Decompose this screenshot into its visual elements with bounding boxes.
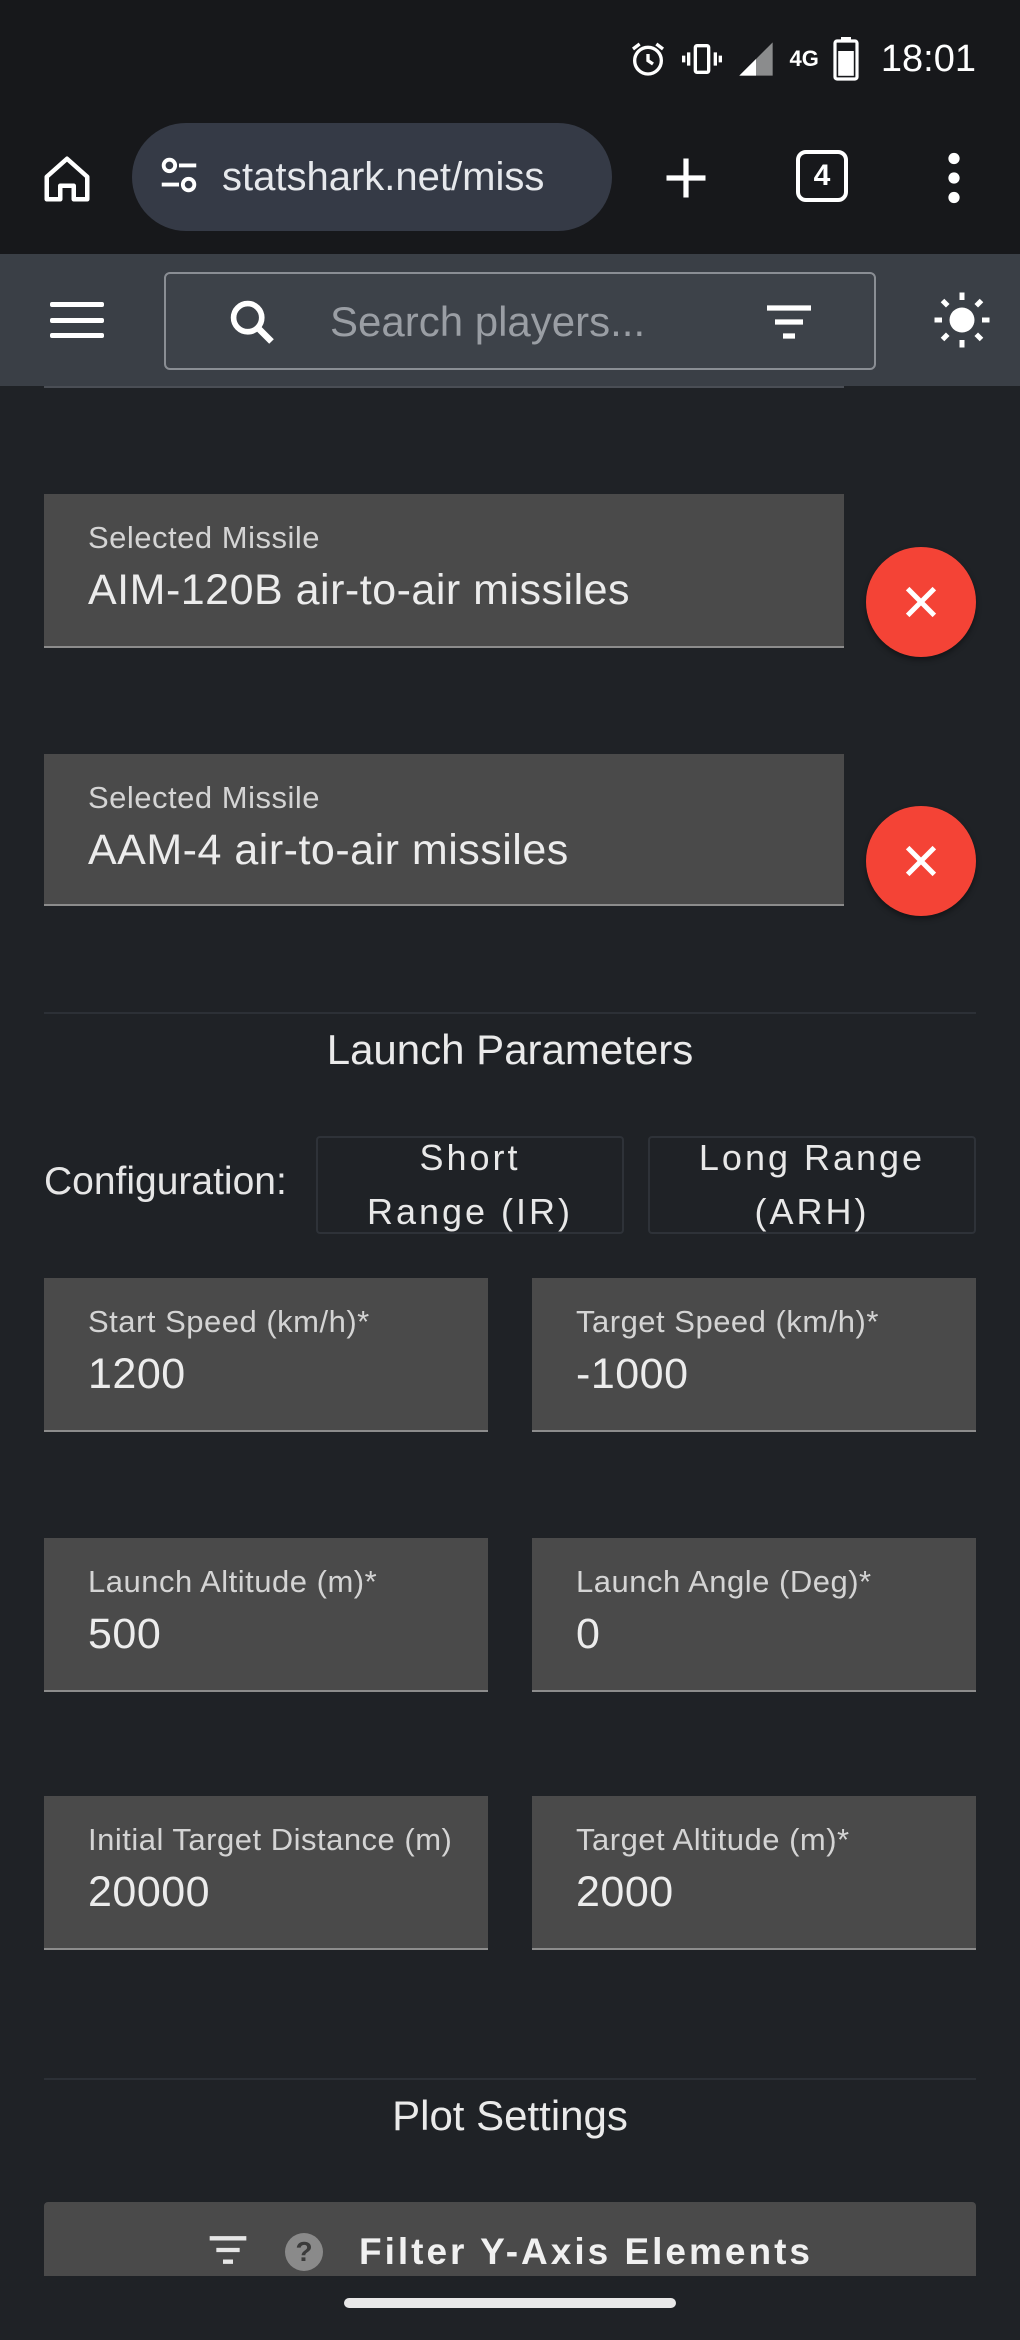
field-label: Launch Altitude (m)*: [88, 1564, 378, 1599]
field-value[interactable]: -1000: [576, 1350, 688, 1399]
home-icon[interactable]: [36, 148, 98, 210]
filter-icon: [207, 2235, 249, 2270]
start-speed-field[interactable]: Start Speed (km/h)* 1200: [44, 1278, 488, 1432]
field-label: Selected Missile: [88, 780, 320, 815]
close-icon: [905, 586, 937, 618]
address-bar[interactable]: statshark.net/miss: [132, 123, 612, 231]
field-label: Initial Target Distance (m): [88, 1822, 453, 1857]
theme-toggle-icon[interactable]: [932, 290, 992, 355]
network-type: 4G: [789, 46, 819, 71]
clock-time: 18:01: [880, 37, 976, 80]
config-long-range-button[interactable]: Long Range (ARH): [648, 1136, 976, 1234]
url-text[interactable]: statshark.net/miss: [222, 155, 592, 200]
field-value[interactable]: 20000: [88, 1868, 210, 1917]
section-title-launch-parameters: Launch Parameters: [326, 1026, 694, 1073]
vibrate-icon: [681, 39, 722, 79]
tab-switcher-button[interactable]: 4: [796, 150, 848, 202]
search-input[interactable]: [330, 290, 710, 354]
main-content: Selected Missile AIM-120B air-to-air mis…: [0, 386, 1020, 2276]
divider: [44, 1012, 976, 1014]
target-speed-field[interactable]: Target Speed (km/h)* -1000: [532, 1278, 976, 1432]
filter-icon[interactable]: [764, 304, 814, 345]
alarm-icon: [628, 39, 668, 79]
app-bar: [0, 254, 1020, 386]
field-value[interactable]: 0: [576, 1610, 600, 1659]
field-label: Target Altitude (m)*: [576, 1822, 850, 1857]
field-label: Selected Missile: [88, 520, 320, 555]
field-value[interactable]: 1200: [88, 1350, 186, 1399]
remove-missile-button[interactable]: [866, 806, 976, 916]
close-icon: [905, 845, 937, 877]
target-altitude-field[interactable]: Target Altitude (m)* 2000: [532, 1796, 976, 1950]
divider: [44, 2078, 976, 2080]
search-icon: [226, 296, 278, 353]
status-bar: 4G 18:01: [0, 0, 1020, 118]
home-indicator[interactable]: [344, 2298, 676, 2308]
initial-target-distance-field[interactable]: Initial Target Distance (m) 20000: [44, 1796, 488, 1950]
help-icon[interactable]: ?: [285, 2233, 323, 2271]
browser-toolbar: statshark.net/miss 4: [0, 118, 1020, 254]
filter-y-axis-button[interactable]: ? Filter Y-Axis Elements: [44, 2202, 976, 2276]
field-value[interactable]: AIM-120B air-to-air missiles: [88, 566, 630, 615]
search-box[interactable]: [164, 272, 876, 370]
system-nav-bar: [0, 2276, 1020, 2340]
remove-missile-button[interactable]: [866, 547, 976, 657]
field-label: Launch Angle (Deg)*: [576, 1564, 872, 1599]
field-value[interactable]: AAM-4 air-to-air missiles: [88, 826, 569, 875]
divider: [44, 386, 844, 388]
configuration-label: Configuration:: [44, 1160, 287, 1203]
battery-icon: [833, 37, 859, 81]
field-label: Start Speed (km/h)*: [88, 1304, 370, 1339]
field-value[interactable]: 500: [88, 1610, 161, 1659]
launch-altitude-field[interactable]: Launch Altitude (m)* 500: [44, 1538, 488, 1692]
selected-missile-field[interactable]: Selected Missile AAM-4 air-to-air missil…: [44, 754, 844, 906]
section-title-plot-settings: Plot Settings: [392, 2092, 628, 2139]
selected-missile-field[interactable]: Selected Missile AIM-120B air-to-air mis…: [44, 494, 844, 648]
field-label: Target Speed (km/h)*: [576, 1304, 879, 1339]
filter-y-axis-label: Filter Y-Axis Elements: [359, 2231, 813, 2272]
config-short-range-button[interactable]: Short Range (IR): [316, 1136, 624, 1234]
site-settings-icon[interactable]: [156, 152, 202, 203]
more-options-icon[interactable]: [936, 146, 972, 210]
field-value[interactable]: 2000: [576, 1868, 674, 1917]
signal-icon: [736, 39, 776, 79]
launch-angle-field[interactable]: Launch Angle (Deg)* 0: [532, 1538, 976, 1692]
menu-icon[interactable]: [48, 296, 106, 344]
new-tab-icon[interactable]: [656, 148, 716, 208]
